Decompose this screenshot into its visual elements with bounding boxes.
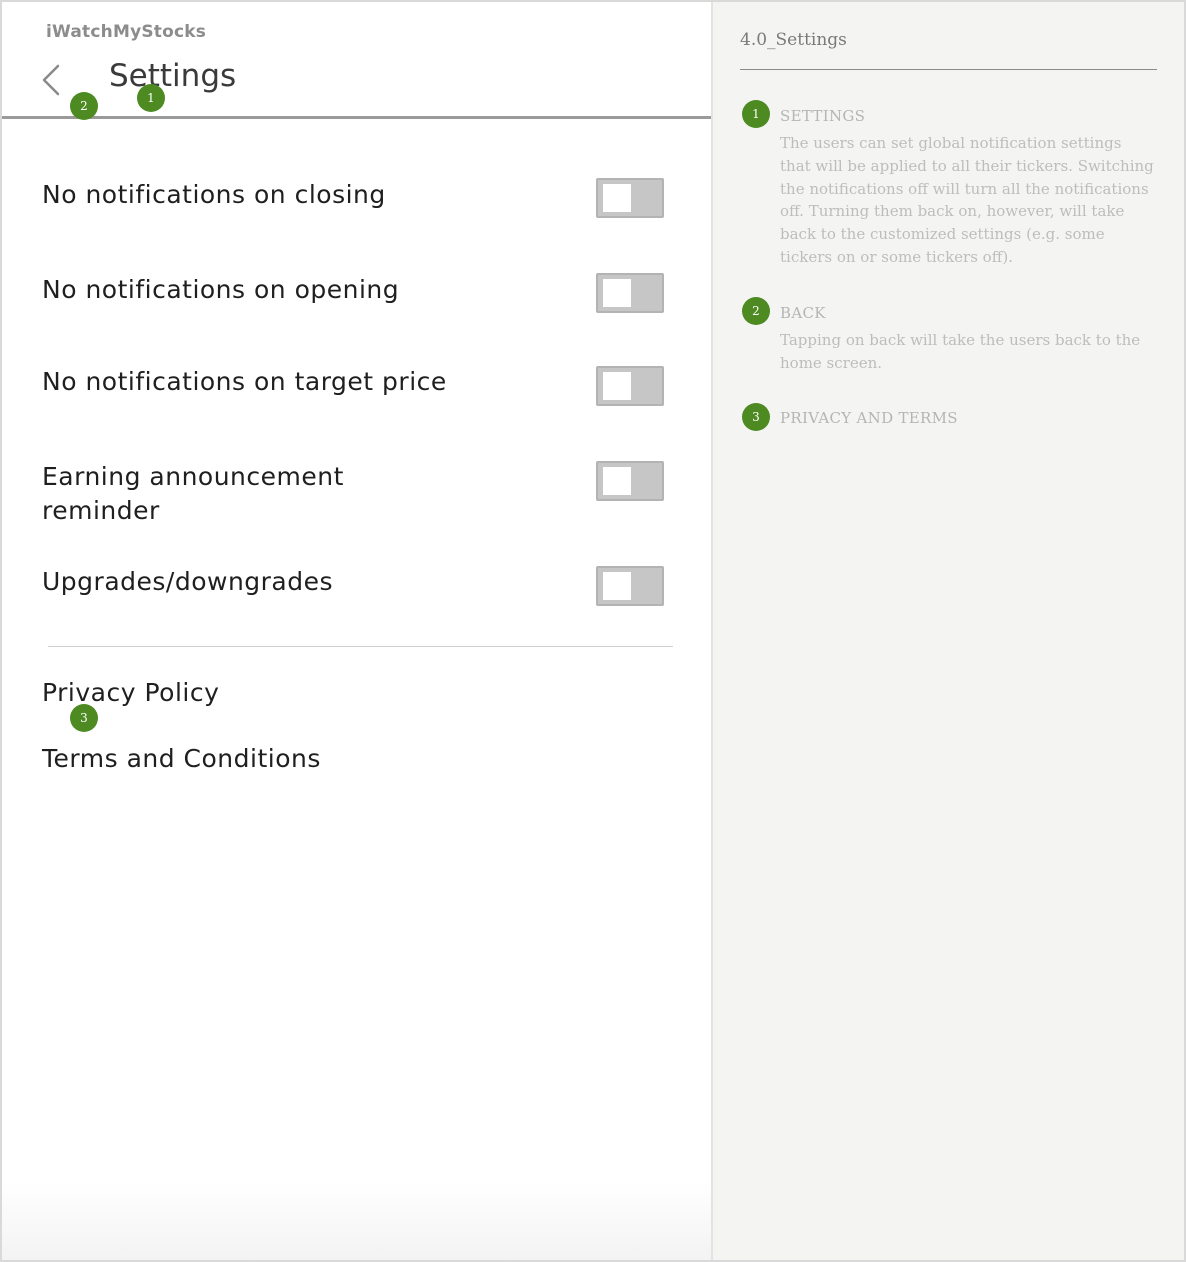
toggle-knob <box>603 572 631 600</box>
back-button[interactable] <box>38 60 70 100</box>
toggle-knob <box>603 372 631 400</box>
annotation-marker-1: 1 <box>137 84 165 112</box>
terms-conditions-link[interactable]: Terms and Conditions <box>42 744 321 773</box>
setting-label: Earning announcement reminder <box>42 462 344 525</box>
section-divider <box>48 646 673 647</box>
header-divider <box>2 116 711 119</box>
note-marker-3: 3 <box>742 403 770 431</box>
setting-label: No notifications on closing <box>42 180 386 209</box>
note-heading-settings: SETTINGS <box>780 107 866 125</box>
toggle-knob <box>603 467 631 495</box>
toggle-earnings[interactable] <box>596 461 664 501</box>
app-name: iWatchMyStocks <box>46 22 207 42</box>
note-body-settings: The users can set global notification se… <box>780 134 1154 266</box>
toggle-upgrades[interactable] <box>596 566 664 606</box>
privacy-policy-link[interactable]: Privacy Policy <box>42 678 219 707</box>
toggle-target-price[interactable] <box>596 366 664 406</box>
toggle-closing[interactable] <box>596 178 664 218</box>
note-marker-1: 1 <box>742 100 770 128</box>
page-title: Settings <box>109 58 237 94</box>
phone-screen: iWatchMyStocks Settings No notifications… <box>2 2 713 1260</box>
note-heading-privacy-terms: PRIVACY AND TERMS <box>780 409 958 427</box>
toggle-knob <box>603 184 631 212</box>
notes-title: 4.0_Settings <box>740 30 847 50</box>
note-marker-2: 2 <box>742 297 770 325</box>
chevron-left-icon <box>42 64 60 96</box>
note-body-back: Tapping on back will take the users back… <box>780 331 1141 372</box>
setting-label: No notifications on target price <box>42 367 447 396</box>
note-heading-back: BACK <box>780 304 826 322</box>
annotation-marker-3: 3 <box>70 704 98 732</box>
setting-label: No notifications on opening <box>42 275 400 304</box>
annotation-marker-2: 2 <box>70 92 98 120</box>
notes-divider <box>740 69 1157 70</box>
setting-label: Upgrades/downgrades <box>42 567 334 596</box>
toggle-knob <box>603 279 631 307</box>
toggle-opening[interactable] <box>596 273 664 313</box>
